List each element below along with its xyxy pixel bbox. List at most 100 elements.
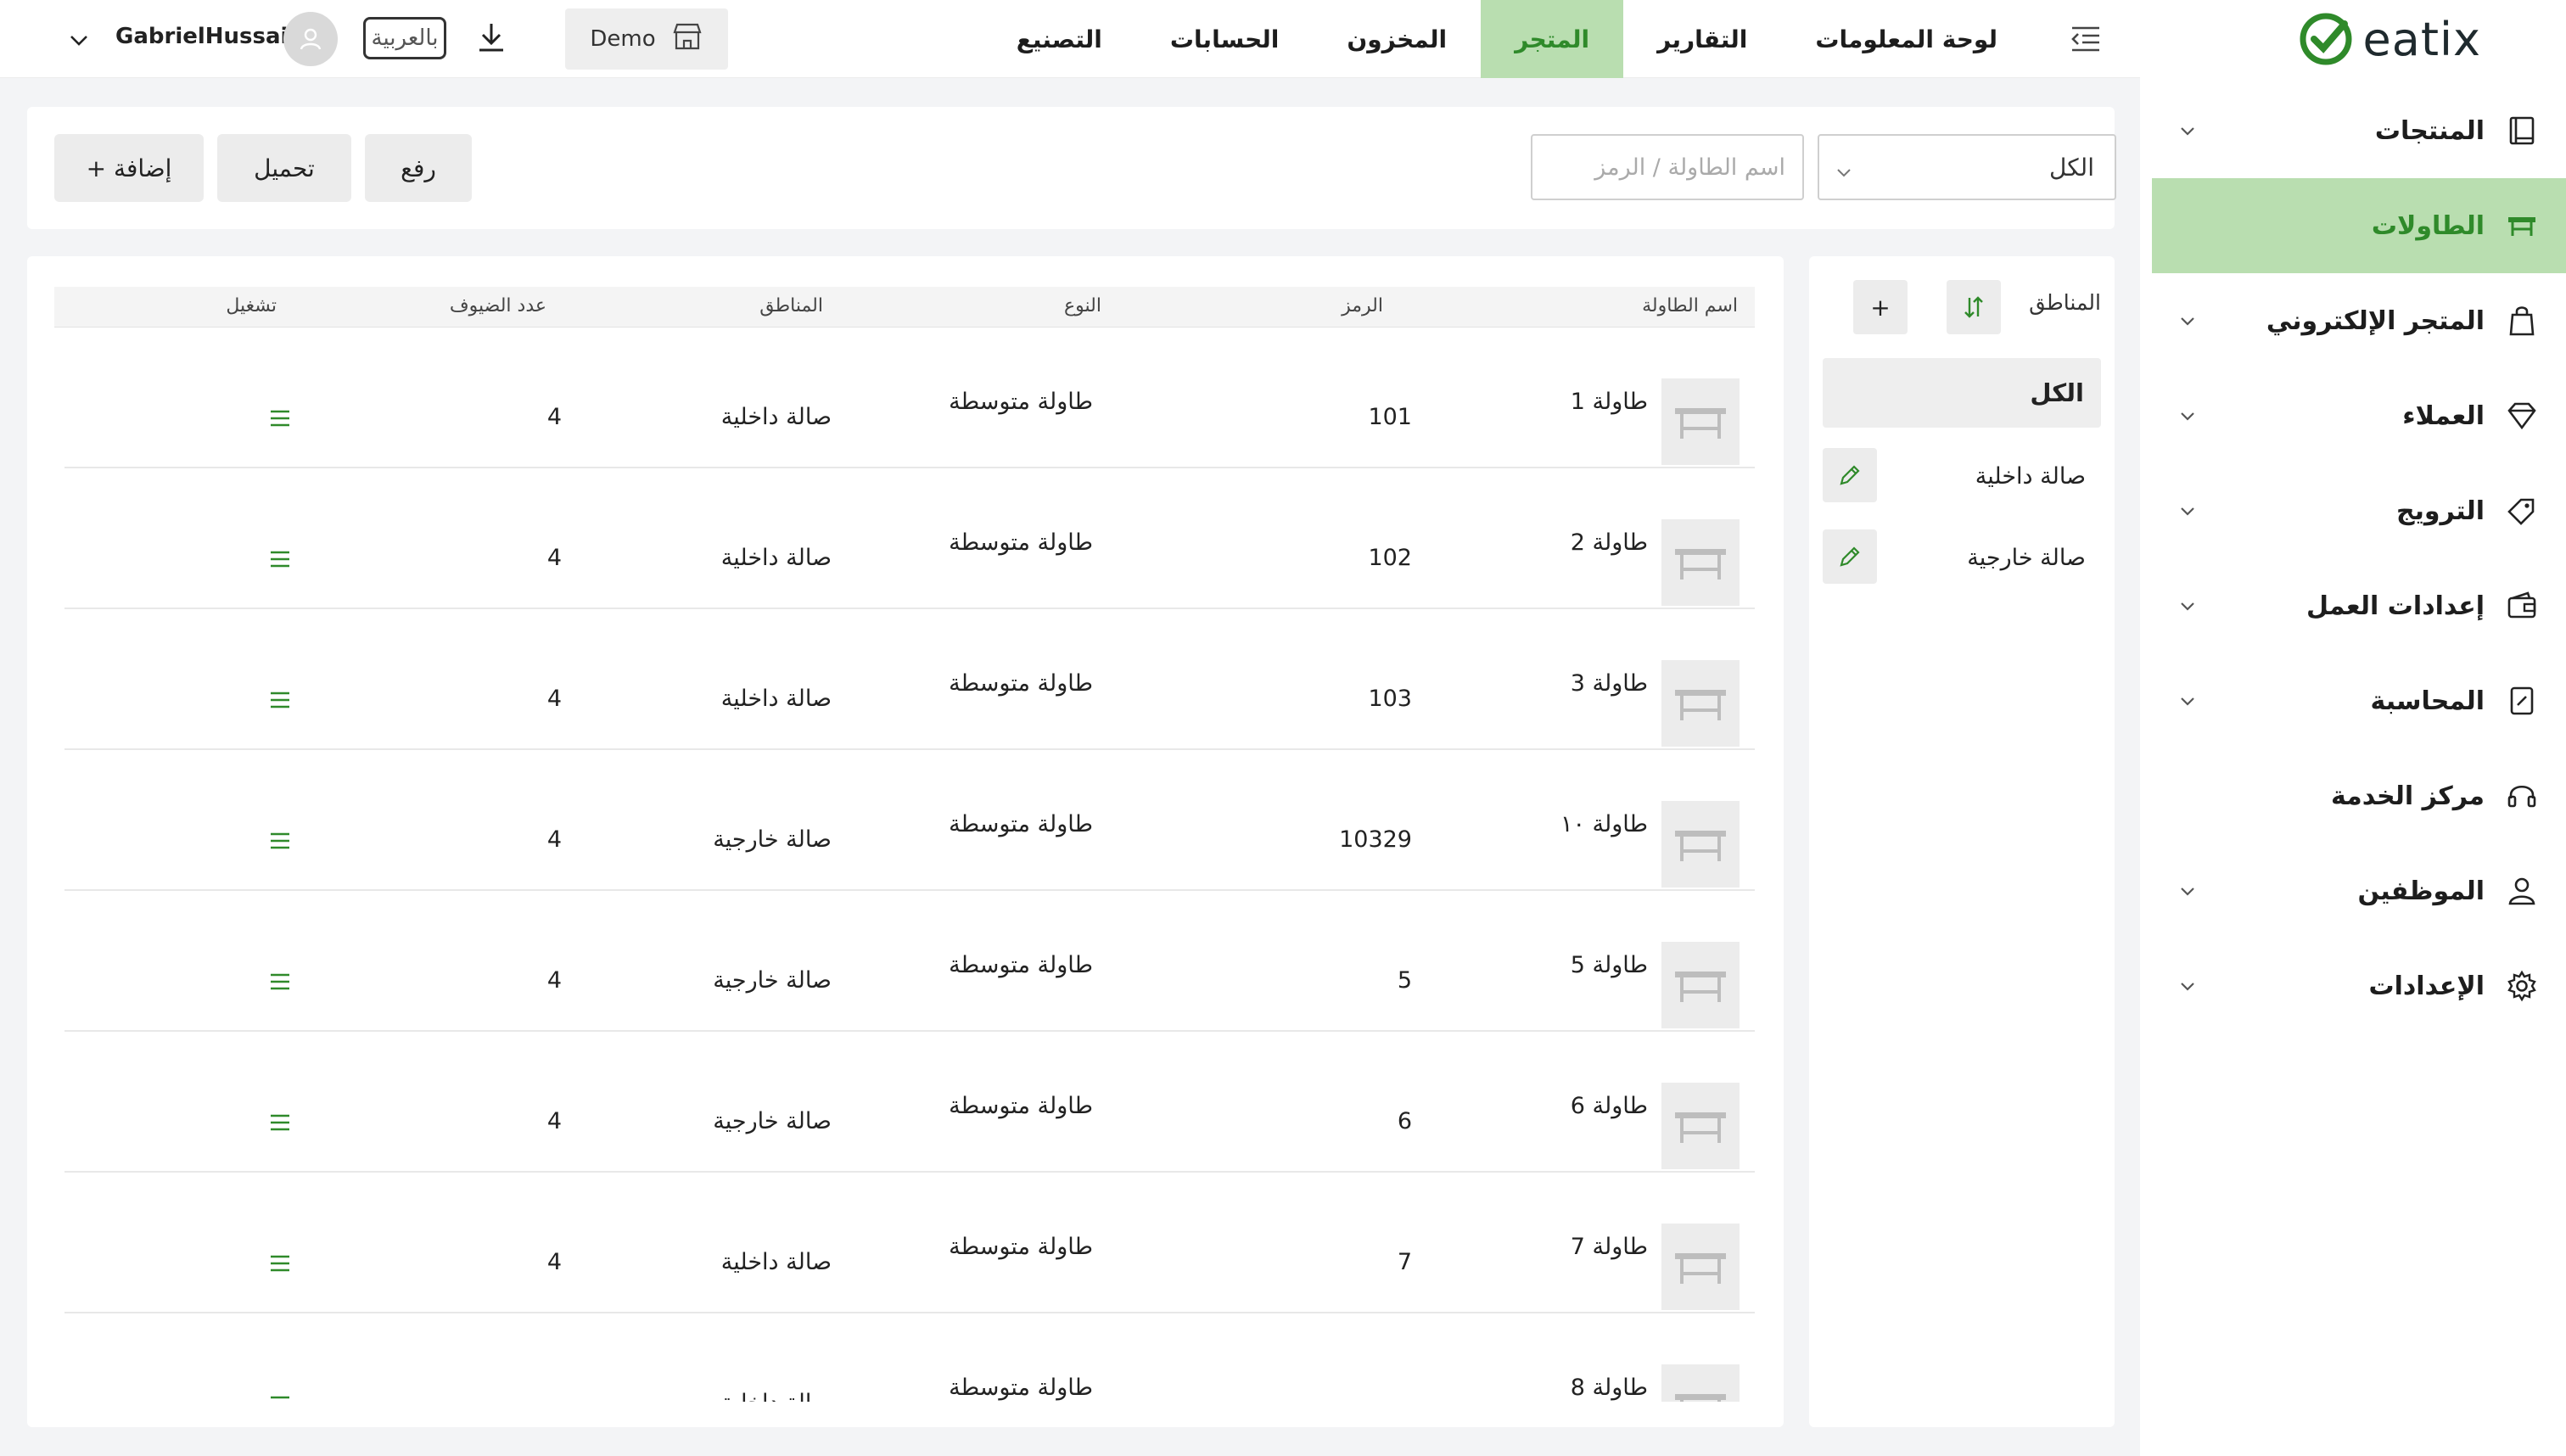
zone-item[interactable]: صالة داخلية bbox=[1823, 448, 2101, 504]
column-header-type[interactable]: النوع bbox=[1064, 295, 1101, 316]
zone-item[interactable]: صالة خارجية bbox=[1823, 529, 2101, 585]
sidebar-item-label: العملاء bbox=[2402, 400, 2485, 431]
add-button[interactable]: + إضافة bbox=[54, 134, 204, 202]
sort-button[interactable] bbox=[1947, 280, 2001, 334]
cell-name[interactable]: طاولة 3 bbox=[1571, 670, 1648, 697]
chevron-down-icon bbox=[2177, 596, 2198, 616]
headset-icon bbox=[2503, 777, 2541, 815]
store-button[interactable]: Demo bbox=[565, 8, 728, 70]
language-button[interactable]: بالعربية bbox=[363, 17, 446, 59]
cell-name[interactable]: طاولة 6 bbox=[1571, 1093, 1648, 1119]
zone-filter-select[interactable]: الكل bbox=[1818, 134, 2116, 200]
pencil-icon bbox=[1840, 546, 1860, 567]
topnav-inventory[interactable]: المخزون bbox=[1313, 0, 1481, 78]
table-row[interactable]: طاولة 6 6 طاولة متوسطة صالة خارجية 4 bbox=[64, 1032, 1755, 1173]
cell-guests: 4 bbox=[546, 967, 562, 994]
chevron-down-icon bbox=[2177, 691, 2198, 711]
topnav-store[interactable]: المتجر bbox=[1481, 0, 1624, 78]
chevron-down-icon bbox=[2177, 976, 2198, 996]
table-row[interactable]: طاولة ١٠ 10329 طاولة متوسطة صالة خارجية 4 bbox=[64, 750, 1755, 891]
topnav-dashboard[interactable]: لوحة المعلومات bbox=[1781, 0, 2031, 78]
tables-list: اسم الطاولة الرمز النوع المناطق عدد الضي… bbox=[27, 256, 1784, 1427]
table-row[interactable]: طاولة 7 7 طاولة متوسطة صالة داخلية 4 bbox=[64, 1173, 1755, 1313]
cell-code: 7 bbox=[1397, 1249, 1412, 1275]
chevron-down-icon[interactable] bbox=[66, 27, 92, 53]
sidebar-item-label: الطاولات bbox=[2371, 210, 2485, 241]
avatar[interactable] bbox=[283, 12, 338, 66]
zone-item-all[interactable]: الكل bbox=[1823, 358, 2101, 428]
row-menu-icon[interactable] bbox=[268, 971, 292, 993]
table-thumbnail-icon bbox=[1661, 1083, 1740, 1169]
store-icon bbox=[671, 22, 703, 57]
sidebar-item-accounting[interactable]: المحاسبة bbox=[2152, 653, 2566, 748]
column-header-name[interactable]: اسم الطاولة bbox=[1642, 295, 1738, 316]
menu-collapse-icon[interactable] bbox=[2067, 20, 2104, 58]
filter-toolbar: + إضافة تحميل رفع الكل bbox=[27, 107, 2116, 229]
table-thumbnail-icon bbox=[1661, 801, 1740, 888]
download-button[interactable]: تحميل bbox=[217, 134, 351, 202]
sidebar-item-online-store[interactable]: المتجر الإلكتروني bbox=[2152, 273, 2566, 368]
cell-name[interactable]: طاولة 8 bbox=[1571, 1375, 1648, 1401]
search-input[interactable] bbox=[1531, 134, 1804, 200]
logo-mark-icon bbox=[2300, 13, 2352, 65]
sidebar-item-label: الموظفين bbox=[2357, 876, 2485, 906]
pencil-icon bbox=[1840, 465, 1860, 485]
table-row[interactable]: طاولة 3 103 طاولة متوسطة صالة داخلية 4 bbox=[64, 609, 1755, 750]
logo[interactable]: eatix bbox=[2297, 7, 2481, 71]
row-menu-icon[interactable] bbox=[268, 548, 292, 570]
row-menu-icon[interactable] bbox=[268, 689, 292, 711]
store-label: Demo bbox=[590, 26, 656, 52]
cell-name[interactable]: طاولة 5 bbox=[1571, 952, 1648, 978]
column-header-zone[interactable]: المناطق bbox=[759, 295, 823, 316]
topnav-accounts[interactable]: الحسابات bbox=[1136, 0, 1313, 78]
edit-zone-button[interactable] bbox=[1823, 529, 1877, 584]
row-menu-icon[interactable] bbox=[268, 1252, 292, 1274]
username[interactable]: GabrielHussain bbox=[115, 24, 304, 49]
cell-name[interactable]: طاولة 1 bbox=[1571, 389, 1648, 415]
table-row[interactable]: طاولة 2 102 طاولة متوسطة صالة داخلية 4 bbox=[64, 468, 1755, 609]
tag-icon bbox=[2503, 492, 2541, 529]
sidebar-item-products[interactable]: المنتجات bbox=[2152, 83, 2566, 178]
zone-filter-value: الكل bbox=[2049, 153, 2094, 182]
table-row[interactable]: طاولة 8 طاولة متوسطة صالة داخلية bbox=[64, 1313, 1755, 1402]
topnav-reports[interactable]: التقارير bbox=[1623, 0, 1781, 78]
column-header-guests[interactable]: عدد الضيوف bbox=[450, 295, 546, 316]
cell-code: 5 bbox=[1397, 967, 1412, 994]
cell-name[interactable]: طاولة ١٠ bbox=[1560, 811, 1648, 837]
cell-name[interactable]: طاولة 7 bbox=[1571, 1234, 1648, 1260]
cell-code: 102 bbox=[1368, 545, 1412, 571]
table-thumbnail-icon bbox=[1661, 942, 1740, 1028]
row-menu-icon[interactable] bbox=[268, 1393, 292, 1402]
column-header-code[interactable]: الرمز bbox=[1342, 295, 1383, 316]
chevron-down-icon bbox=[2177, 501, 2198, 521]
cell-type: طاولة متوسطة bbox=[949, 952, 1093, 978]
sidebar-item-label: مركز الخدمة bbox=[2330, 781, 2485, 811]
sidebar-item-business-settings[interactable]: إعدادات العمل bbox=[2152, 558, 2566, 653]
table-row[interactable]: طاولة 1 101 طاولة متوسطة صالة داخلية 4 bbox=[64, 328, 1755, 468]
sidebar-item-customers[interactable]: العملاء bbox=[2152, 368, 2566, 463]
cell-name[interactable]: طاولة 2 bbox=[1571, 529, 1648, 556]
sidebar-item-employees[interactable]: الموظفين bbox=[2152, 843, 2566, 938]
topnav-manufacturing[interactable]: التصنيع bbox=[983, 0, 1136, 78]
upload-button[interactable]: رفع bbox=[365, 134, 472, 202]
top-bar: GabrielHussain بالعربية Demo لوحة المعلو… bbox=[0, 0, 2140, 78]
row-menu-icon[interactable] bbox=[268, 1112, 292, 1134]
cell-zone: صالة خارجية bbox=[713, 1108, 832, 1134]
cell-type: طاولة متوسطة bbox=[949, 670, 1093, 697]
cell-zone: صالة داخلية bbox=[721, 1390, 832, 1402]
user-icon bbox=[2503, 872, 2541, 910]
table-row[interactable]: طاولة 5 5 طاولة متوسطة صالة خارجية 4 bbox=[64, 891, 1755, 1032]
top-navigation: لوحة المعلومات التقارير المتجر المخزون ا… bbox=[983, 0, 2031, 78]
row-menu-icon[interactable] bbox=[268, 830, 292, 852]
add-zone-button[interactable]: + bbox=[1853, 280, 1908, 334]
row-menu-icon[interactable] bbox=[268, 407, 292, 429]
sidebar-item-service-center[interactable]: مركز الخدمة bbox=[2152, 748, 2566, 843]
sidebar-item-promotion[interactable]: الترويج bbox=[2152, 463, 2566, 558]
chevron-down-icon bbox=[2177, 406, 2198, 426]
edit-zone-button[interactable] bbox=[1823, 448, 1877, 502]
zone-item-label: صالة خارجية bbox=[1967, 544, 2086, 571]
sidebar-item-label: إعدادات العمل bbox=[2305, 591, 2485, 621]
sidebar-item-settings[interactable]: الإعدادات bbox=[2152, 938, 2566, 1033]
download-icon[interactable] bbox=[472, 19, 511, 58]
sidebar-item-tables[interactable]: الطاولات bbox=[2152, 178, 2566, 273]
